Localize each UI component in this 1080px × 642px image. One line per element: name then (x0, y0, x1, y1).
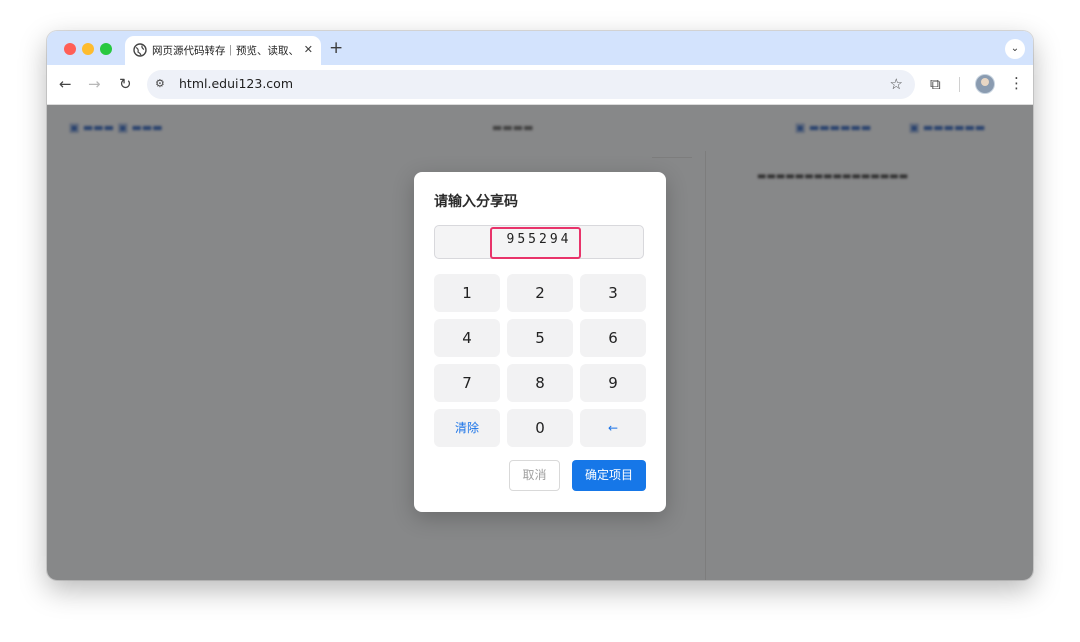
keypad-5[interactable]: 5 (507, 319, 573, 357)
keypad-2[interactable]: 2 (507, 274, 573, 312)
extensions-icon[interactable]: ⧉ (930, 75, 941, 93)
back-arrow-icon[interactable]: ← (59, 75, 72, 93)
confirm-button[interactable]: 确定项目 (572, 460, 646, 491)
close-icon[interactable]: ✕ (304, 44, 313, 56)
keypad-3[interactable]: 3 (580, 274, 646, 312)
new-tab-button[interactable]: + (329, 38, 343, 58)
close-window-button[interactable] (64, 43, 76, 55)
chevron-down-icon[interactable]: ⌄ (1005, 39, 1025, 59)
keypad-9[interactable]: 9 (580, 364, 646, 402)
keypad-4[interactable]: 4 (434, 319, 500, 357)
dialog-title: 请输入分享码 (434, 194, 518, 210)
cancel-button[interactable]: 取消 (509, 460, 560, 491)
minimize-window-button[interactable] (82, 43, 94, 55)
code-highlight-box (490, 227, 581, 259)
keypad-8[interactable]: 8 (507, 364, 573, 402)
maximize-window-button[interactable] (100, 43, 112, 55)
browser-toolbar: ← → ↻ ⚙ html.edui123.com ☆ ⧉ ⋮ (47, 65, 1033, 105)
keypad-0[interactable]: 0 (507, 409, 573, 447)
keypad-1[interactable]: 1 (434, 274, 500, 312)
keypad-6[interactable]: 6 (580, 319, 646, 357)
share-code-display: 955294 (434, 225, 644, 259)
globe-icon (133, 43, 147, 57)
keypad-7[interactable]: 7 (434, 364, 500, 402)
reload-icon[interactable]: ↻ (119, 75, 132, 93)
active-tab[interactable]: 网页源代码转存｜预览、读取、 ✕ (125, 36, 321, 65)
more-menu-icon[interactable]: ⋮ (1009, 74, 1024, 92)
toolbar-divider (959, 77, 960, 92)
site-info-icon[interactable]: ⚙ (155, 76, 165, 92)
tab-title: 网页源代码转存｜预览、读取、 (152, 45, 299, 57)
keypad-backspace-button[interactable]: ← (580, 409, 646, 447)
url-text[interactable]: html.edui123.com (179, 76, 293, 92)
keypad-clear-button[interactable]: 清除 (434, 409, 500, 447)
bookmark-star-icon[interactable]: ☆ (890, 75, 903, 93)
address-bar[interactable]: ⚙ html.edui123.com ☆ (147, 70, 915, 99)
forward-arrow-icon[interactable]: → (88, 75, 101, 93)
share-code-dialog: 请输入分享码 955294 1 2 3 4 5 6 7 8 9 清除 0 ← 取… (414, 172, 666, 512)
profile-avatar[interactable] (975, 74, 995, 94)
tab-bar: 网页源代码转存｜预览、读取、 ✕ + ⌄ (47, 31, 1033, 65)
